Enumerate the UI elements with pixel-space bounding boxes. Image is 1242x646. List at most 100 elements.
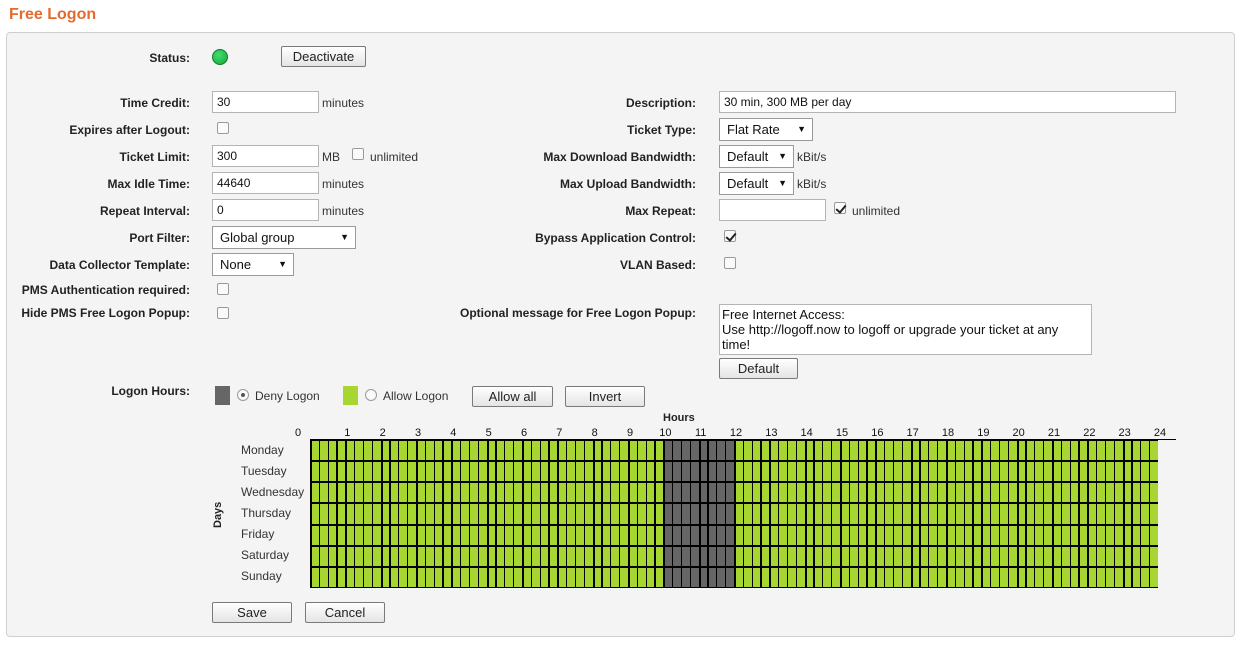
hour-slot-cell[interactable] xyxy=(602,546,611,566)
hour-slot-cell[interactable] xyxy=(620,462,628,482)
hour-slot-cell[interactable] xyxy=(611,462,620,482)
logon-hours-grid[interactable] xyxy=(310,440,1158,588)
hour-slot-cell[interactable] xyxy=(559,525,567,545)
hour-slot-cell[interactable] xyxy=(524,483,531,503)
hour-slot-cell[interactable] xyxy=(496,525,505,545)
hour-slot-cell[interactable] xyxy=(1132,525,1141,545)
hour-slot-cell[interactable] xyxy=(894,525,902,545)
hour-slot-cell[interactable] xyxy=(1141,546,1150,566)
hour-slot-cell[interactable] xyxy=(655,546,664,566)
hour-slot-cell[interactable] xyxy=(736,441,743,461)
hour-slot-cell[interactable] xyxy=(779,525,787,545)
hour-slot-cell[interactable] xyxy=(602,567,611,587)
hour-slot-cell[interactable] xyxy=(478,462,487,482)
hour-slot-cell[interactable] xyxy=(337,567,346,587)
hide-pms-popup-checkbox[interactable] xyxy=(217,307,229,319)
hour-slot-cell[interactable] xyxy=(355,504,363,524)
hour-slot-cell[interactable] xyxy=(964,567,973,587)
hour-slot-cell[interactable] xyxy=(390,462,399,482)
hour-slot-cell[interactable] xyxy=(1106,567,1114,587)
hour-slot-cell[interactable] xyxy=(771,546,779,566)
hour-slot-cell[interactable] xyxy=(312,441,319,461)
hour-slot-cell[interactable] xyxy=(594,441,602,461)
hour-slot-cell[interactable] xyxy=(1089,546,1097,566)
hour-slot-cell[interactable] xyxy=(364,525,372,545)
deny-logon-radio[interactable] xyxy=(237,389,249,401)
hour-slot-cell[interactable] xyxy=(1079,483,1088,503)
hour-slot-cell[interactable] xyxy=(496,441,505,461)
hour-slot-cell[interactable] xyxy=(1114,567,1123,587)
hour-slot-cell[interactable] xyxy=(337,525,346,545)
hour-slot-cell[interactable] xyxy=(902,504,911,524)
hour-slot-cell[interactable] xyxy=(665,483,673,503)
hour-slot-cell[interactable] xyxy=(796,567,805,587)
hour-slot-cell[interactable] xyxy=(736,546,743,566)
hour-slot-cell[interactable] xyxy=(524,546,531,566)
hour-slot-cell[interactable] xyxy=(948,546,955,566)
vlan-based-checkbox[interactable] xyxy=(724,257,736,269)
hour-slot-cell[interactable] xyxy=(779,441,787,461)
hour-slot-cell[interactable] xyxy=(312,504,319,524)
hour-slot-cell[interactable] xyxy=(690,441,699,461)
hour-slot-cell[interactable] xyxy=(443,441,452,461)
hour-slot-cell[interactable] xyxy=(328,504,337,524)
hour-slot-cell[interactable] xyxy=(461,504,469,524)
hour-slot-cell[interactable] xyxy=(929,483,938,503)
hour-slot-cell[interactable] xyxy=(443,525,452,545)
hour-slot-cell[interactable] xyxy=(1061,525,1070,545)
hour-slot-cell[interactable] xyxy=(771,441,779,461)
hour-slot-cell[interactable] xyxy=(1132,462,1141,482)
hour-slot-cell[interactable] xyxy=(478,483,487,503)
hour-slot-cell[interactable] xyxy=(372,483,381,503)
hour-slot-cell[interactable] xyxy=(665,525,673,545)
hour-slot-cell[interactable] xyxy=(1097,441,1105,461)
hour-slot-cell[interactable] xyxy=(1114,546,1123,566)
hour-slot-cell[interactable] xyxy=(858,462,867,482)
hour-slot-cell[interactable] xyxy=(594,483,602,503)
hour-slot-cell[interactable] xyxy=(894,483,902,503)
hour-slot-cell[interactable] xyxy=(637,525,646,545)
hour-slot-cell[interactable] xyxy=(806,441,814,461)
hour-slot-cell[interactable] xyxy=(806,525,814,545)
hour-slot-cell[interactable] xyxy=(514,483,522,503)
hour-slot-cell[interactable] xyxy=(1132,441,1141,461)
hour-slot-cell[interactable] xyxy=(823,504,832,524)
allow-logon-radio[interactable] xyxy=(365,389,377,401)
hour-slot-cell[interactable] xyxy=(1026,462,1035,482)
hour-slot-cell[interactable] xyxy=(1026,483,1035,503)
hour-slot-cell[interactable] xyxy=(408,462,416,482)
hour-slot-cell[interactable] xyxy=(646,441,655,461)
hour-slot-cell[interactable] xyxy=(938,504,946,524)
hour-slot-cell[interactable] xyxy=(355,546,363,566)
hour-slot-cell[interactable] xyxy=(514,546,522,566)
hour-slot-cell[interactable] xyxy=(823,462,832,482)
hour-slot-cell[interactable] xyxy=(894,567,902,587)
hour-slot-cell[interactable] xyxy=(372,525,381,545)
hour-slot-cell[interactable] xyxy=(964,546,973,566)
hour-slot-cell[interactable] xyxy=(337,483,346,503)
hour-slot-cell[interactable] xyxy=(1054,567,1061,587)
hour-slot-cell[interactable] xyxy=(1070,504,1079,524)
hour-slot-cell[interactable] xyxy=(372,441,381,461)
hour-slot-cell[interactable] xyxy=(505,546,514,566)
hour-slot-cell[interactable] xyxy=(347,483,355,503)
hour-slot-cell[interactable] xyxy=(761,441,770,461)
hour-slot-cell[interactable] xyxy=(390,483,399,503)
hour-slot-cell[interactable] xyxy=(788,462,796,482)
hour-slot-cell[interactable] xyxy=(1150,504,1158,524)
hour-slot-cell[interactable] xyxy=(849,483,858,503)
hour-slot-cell[interactable] xyxy=(849,462,858,482)
hour-slot-cell[interactable] xyxy=(832,525,840,545)
hour-slot-cell[interactable] xyxy=(1044,567,1052,587)
bypass-app-control-checkbox[interactable] xyxy=(724,230,736,242)
hour-slot-cell[interactable] xyxy=(540,483,549,503)
hour-slot-cell[interactable] xyxy=(964,525,973,545)
hour-slot-cell[interactable] xyxy=(858,483,867,503)
hour-slot-cell[interactable] xyxy=(929,504,938,524)
hour-slot-cell[interactable] xyxy=(920,546,929,566)
hour-slot-cell[interactable] xyxy=(425,483,434,503)
hour-slot-cell[interactable] xyxy=(328,567,337,587)
hour-slot-cell[interactable] xyxy=(736,483,743,503)
hour-slot-cell[interactable] xyxy=(655,483,664,503)
hour-slot-cell[interactable] xyxy=(1089,567,1097,587)
